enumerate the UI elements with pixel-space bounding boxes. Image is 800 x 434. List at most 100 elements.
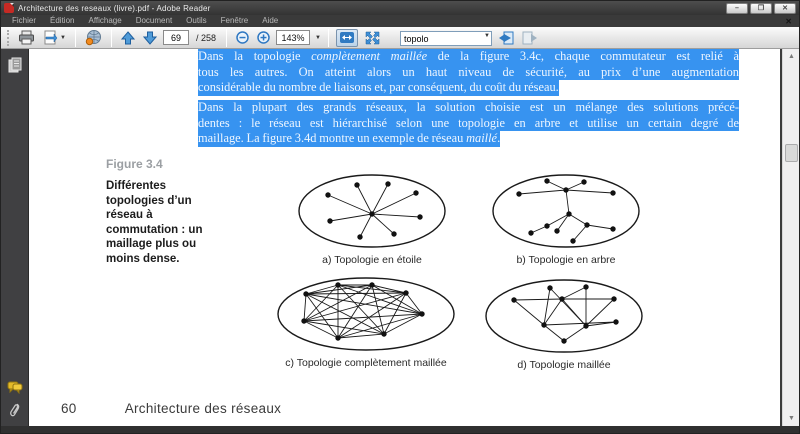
toolbar-separator bbox=[327, 28, 329, 47]
close-button[interactable]: ✕ bbox=[774, 2, 796, 14]
figure-number: Figure 3.4 bbox=[106, 157, 163, 171]
star-topology-graphic bbox=[297, 173, 447, 249]
text-line: tous les autres. On atteint alors un hau… bbox=[198, 64, 739, 81]
toolbar-separator bbox=[225, 28, 227, 47]
collaborate-button[interactable] bbox=[83, 28, 104, 48]
diagram-mesh-topology: d) Topologie maillée bbox=[484, 278, 644, 371]
share-document-icon bbox=[44, 30, 58, 44]
arrow-up-icon bbox=[120, 30, 135, 44]
fullscreen-icon bbox=[366, 31, 380, 44]
text-line: Dans la topologie complètement maillée d… bbox=[198, 49, 739, 65]
menu-fenetre[interactable]: Fenêtre bbox=[214, 15, 256, 27]
attachments-panel-icon[interactable] bbox=[9, 402, 21, 418]
minimize-button[interactable]: – bbox=[726, 2, 748, 14]
search-dropdown-caret-icon[interactable]: ▼ bbox=[484, 33, 490, 39]
collaborate-globe-icon bbox=[85, 29, 101, 45]
diagram-full-mesh-topology: c) Topologie complètement maillée bbox=[276, 276, 456, 369]
footer-page-number: 60 bbox=[61, 401, 77, 416]
vertical-scrollbar[interactable]: ▲ ▼ bbox=[782, 49, 799, 426]
diagram-tree-topology: b) Topologie en arbre bbox=[491, 173, 641, 266]
main-area: Dans la topologie complètement maillée d… bbox=[1, 49, 799, 426]
menu-outils[interactable]: Outils bbox=[179, 15, 213, 27]
caption-line: maillage plus ou bbox=[106, 238, 197, 250]
search-box: ▼ bbox=[399, 29, 492, 47]
text-run: Dans la topologie bbox=[198, 49, 312, 63]
find-next-icon bbox=[522, 31, 537, 44]
text-run-italic: complètement maillée bbox=[311, 49, 428, 63]
print-button[interactable] bbox=[16, 28, 37, 48]
menu-fichier[interactable]: Fichier bbox=[5, 15, 43, 27]
text-run: de la figure 3.4c, chaque commutateur es… bbox=[427, 49, 739, 63]
zoom-in-icon bbox=[257, 31, 270, 44]
toolbar-separator bbox=[74, 28, 76, 47]
caption-line: commutation : un bbox=[106, 223, 203, 236]
menu-aide[interactable]: Aide bbox=[255, 15, 285, 27]
toolbar-separator bbox=[110, 28, 112, 47]
text-run: . bbox=[497, 131, 501, 146]
text-run: maillage. La figure 3.4d montre un exemp… bbox=[198, 131, 467, 146]
toolbar: ▼ / 258 bbox=[1, 27, 799, 49]
diagram-label: b) Topologie en arbre bbox=[516, 254, 616, 266]
restore-button[interactable]: ❐ bbox=[750, 2, 772, 14]
document-close-icon[interactable]: ✕ bbox=[785, 17, 795, 26]
document-page: Dans la topologie complètement maillée d… bbox=[29, 49, 782, 426]
text-line: maillage. La figure 3.4d montre un exemp… bbox=[198, 131, 501, 147]
caption-line: moins dense. bbox=[106, 252, 180, 265]
zoom-out-button[interactable] bbox=[234, 28, 251, 48]
menu-affichage[interactable]: Affichage bbox=[81, 15, 128, 27]
caption-line: réseau à bbox=[106, 209, 153, 221]
find-previous-icon bbox=[498, 31, 514, 44]
arrow-down-icon bbox=[142, 31, 157, 45]
pages-panel-icon[interactable] bbox=[8, 57, 22, 73]
toolbar-grip bbox=[7, 29, 10, 46]
scroll-up-icon[interactable]: ▲ bbox=[784, 49, 799, 64]
diagram-star-topology: a) Topologie en étoile bbox=[297, 173, 447, 266]
page-total-label: / 258 bbox=[195, 32, 216, 43]
window-bottom-border bbox=[1, 426, 799, 433]
page-footer: 60 Architecture des réseaux bbox=[61, 401, 281, 416]
mesh-topology-graphic bbox=[484, 278, 644, 354]
figure-caption: Figure 3.4 Différentes topologies d’un r… bbox=[106, 157, 206, 266]
adobe-reader-window: Architecture des reseaux (livre).pdf - A… bbox=[0, 0, 800, 434]
title-bar: Architecture des reseaux (livre).pdf - A… bbox=[1, 1, 799, 15]
scrolling-mode-button[interactable] bbox=[335, 28, 358, 47]
text-run-italic: maillé bbox=[466, 131, 498, 146]
pdf-file-icon bbox=[4, 3, 14, 13]
search-input[interactable] bbox=[399, 31, 492, 46]
diagram-label: a) Topologie en étoile bbox=[322, 254, 422, 266]
footer-book-title: Architecture des réseaux bbox=[124, 401, 282, 416]
menu-document[interactable]: Document bbox=[129, 15, 179, 27]
selected-paragraph-2[interactable]: Dans la plupart des grands réseaux, la s… bbox=[198, 100, 739, 151]
window-title: Architecture des reseaux (livre).pdf - A… bbox=[18, 3, 211, 13]
fullscreen-button[interactable] bbox=[362, 29, 384, 47]
scrollbar-thumb[interactable] bbox=[785, 144, 798, 162]
zoom-dropdown-caret-icon[interactable]: ▼ bbox=[315, 35, 321, 41]
find-previous-button[interactable] bbox=[496, 28, 516, 48]
navigation-sidebar bbox=[1, 49, 29, 426]
share-dropdown-caret-icon[interactable]: ▼ bbox=[60, 35, 66, 41]
fit-width-icon bbox=[339, 32, 354, 43]
full-mesh-topology-graphic bbox=[276, 276, 456, 352]
caption-line: topologies d’un bbox=[106, 194, 192, 207]
menu-edition[interactable]: Édition bbox=[43, 15, 81, 27]
menu-bar: Fichier Édition Affichage Document Outil… bbox=[1, 15, 799, 27]
diagram-label: c) Topologie complètement maillée bbox=[285, 357, 447, 369]
zoom-in-button[interactable] bbox=[255, 28, 272, 48]
scroll-down-icon[interactable]: ▼ bbox=[784, 411, 799, 426]
next-page-button[interactable] bbox=[141, 28, 159, 48]
text-line: Dans la plupart des grands réseaux, la s… bbox=[198, 100, 739, 116]
diagram-label: d) Topologie maillée bbox=[517, 359, 611, 371]
previous-page-button[interactable] bbox=[119, 28, 137, 48]
page-number-input[interactable] bbox=[162, 30, 189, 45]
text-line: dentes : le réseau est hiérarchisé selon… bbox=[198, 115, 739, 132]
comments-panel-icon[interactable] bbox=[7, 381, 23, 394]
selected-paragraph-1[interactable]: Dans la topologie complètement maillée d… bbox=[198, 49, 739, 100]
zoom-level-box[interactable]: 143% bbox=[275, 30, 310, 45]
find-next-button[interactable] bbox=[520, 28, 540, 48]
caption-line: Différentes bbox=[106, 180, 167, 192]
printer-icon bbox=[19, 30, 34, 45]
zoom-out-icon bbox=[236, 31, 249, 44]
share-document-button[interactable]: ▼ bbox=[41, 28, 68, 48]
text-line: considérable du nombre de liaisons et, p… bbox=[198, 80, 559, 96]
tree-topology-graphic bbox=[491, 173, 641, 249]
